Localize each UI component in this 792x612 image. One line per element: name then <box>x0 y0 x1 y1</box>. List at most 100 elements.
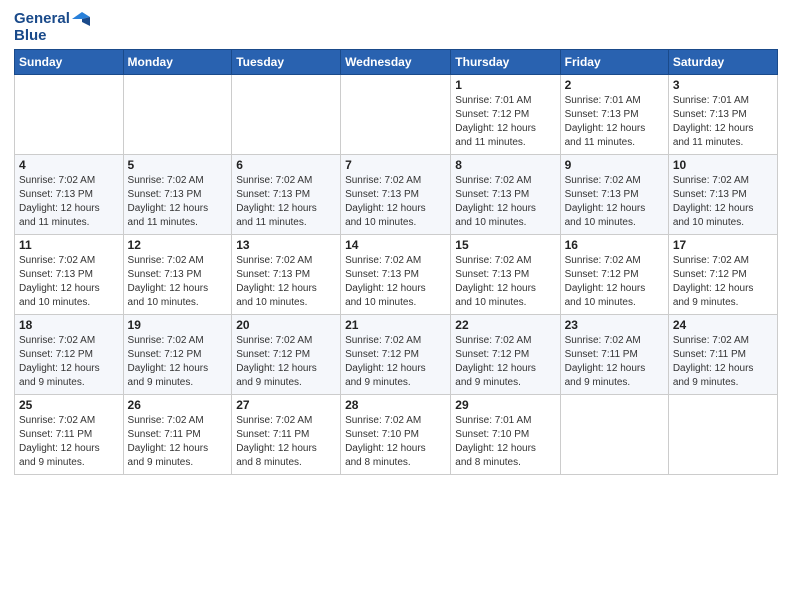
day-info: Sunrise: 7:02 AMSunset: 7:13 PMDaylight:… <box>673 174 773 230</box>
calendar-cell: 28 Sunrise: 7:02 AMSunset: 7:10 PMDayligh… <box>341 394 451 474</box>
day-number: 26 <box>128 398 228 412</box>
day-number: 10 <box>673 158 773 172</box>
calendar-cell <box>15 74 124 154</box>
day-number: 9 <box>565 158 664 172</box>
weekday-header-saturday: Saturday <box>668 49 777 74</box>
day-number: 12 <box>128 238 228 252</box>
day-info: Sunrise: 7:02 AMSunset: 7:13 PMDaylight:… <box>455 254 555 310</box>
day-number: 8 <box>455 158 555 172</box>
weekday-header-sunday: Sunday <box>15 49 124 74</box>
calendar-cell <box>560 394 668 474</box>
header: General Blue <box>14 10 778 45</box>
calendar-cell: 17Sunrise: 7:02 AMSunset: 7:12 PMDayligh… <box>668 234 777 314</box>
calendar-week-row: 18 Sunrise: 7:02 AMSunset: 7:12 PMDayligh… <box>15 314 778 394</box>
calendar-cell <box>341 74 451 154</box>
calendar-cell: 25 Sunrise: 7:02 AMSunset: 7:11 PMDayligh… <box>15 394 124 474</box>
calendar-cell: 29 Sunrise: 7:01 AMSunset: 7:10 PMDayligh… <box>451 394 560 474</box>
day-info: Sunrise: 7:02 AMSunset: 7:12 PMDaylight:… <box>565 254 664 310</box>
day-info: Sunrise: 7:02 AMSunset: 7:13 PMDaylight:… <box>19 174 119 230</box>
calendar-cell: 3 Sunrise: 7:01 AMSunset: 7:13 PMDaylight… <box>668 74 777 154</box>
calendar-cell <box>123 74 232 154</box>
day-number: 1 <box>455 78 555 92</box>
calendar-cell: 8Sunrise: 7:02 AMSunset: 7:13 PMDaylight… <box>451 154 560 234</box>
weekday-header-thursday: Thursday <box>451 49 560 74</box>
day-number: 15 <box>455 238 555 252</box>
calendar-cell: 20 Sunrise: 7:02 AMSunset: 7:12 PMDayligh… <box>232 314 341 394</box>
day-info: Sunrise: 7:01 AMSunset: 7:13 PMDaylight:… <box>565 94 664 150</box>
day-number: 25 <box>19 398 119 412</box>
weekday-header-monday: Monday <box>123 49 232 74</box>
day-number: 18 <box>19 318 119 332</box>
calendar-cell: 6 Sunrise: 7:02 AMSunset: 7:13 PMDaylight… <box>232 154 341 234</box>
calendar-cell <box>668 394 777 474</box>
calendar-cell: 15 Sunrise: 7:02 AMSunset: 7:13 PMDayligh… <box>451 234 560 314</box>
day-info: Sunrise: 7:01 AMSunset: 7:10 PMDaylight:… <box>455 414 555 470</box>
day-number: 29 <box>455 398 555 412</box>
weekday-header-tuesday: Tuesday <box>232 49 341 74</box>
day-number: 27 <box>236 398 336 412</box>
day-number: 17 <box>673 238 773 252</box>
day-info: Sunrise: 7:02 AMSunset: 7:12 PMDaylight:… <box>345 334 446 390</box>
weekday-header-wednesday: Wednesday <box>341 49 451 74</box>
calendar-cell: 12 Sunrise: 7:02 AMSunset: 7:13 PMDayligh… <box>123 234 232 314</box>
calendar-cell: 11 Sunrise: 7:02 AMSunset: 7:13 PMDayligh… <box>15 234 124 314</box>
day-info: Sunrise: 7:02 AMSunset: 7:13 PMDaylight:… <box>128 174 228 230</box>
day-info: Sunrise: 7:01 AMSunset: 7:13 PMDaylight:… <box>673 94 773 150</box>
day-number: 20 <box>236 318 336 332</box>
calendar-cell: 14 Sunrise: 7:02 AMSunset: 7:13 PMDayligh… <box>341 234 451 314</box>
calendar-cell: 18Sunrise: 7:02 AMSunset: 7:12 PMDayligh… <box>15 314 124 394</box>
day-number: 2 <box>565 78 664 92</box>
calendar-cell: 22Sunrise: 7:02 AMSunset: 7:12 PMDayligh… <box>451 314 560 394</box>
day-info: Sunrise: 7:02 AMSunset: 7:10 PMDaylight:… <box>345 414 446 470</box>
day-info: Sunrise: 7:02 AMSunset: 7:13 PMDaylight:… <box>19 254 119 310</box>
day-number: 6 <box>236 158 336 172</box>
day-info: Sunrise: 7:02 AMSunset: 7:13 PMDaylight:… <box>565 174 664 230</box>
logo: General Blue <box>14 10 90 45</box>
calendar-week-row: 1 Sunrise: 7:01 AMSunset: 7:12 PMDaylight… <box>15 74 778 154</box>
calendar-cell: 10 Sunrise: 7:02 AMSunset: 7:13 PMDayligh… <box>668 154 777 234</box>
calendar-cell: 19Sunrise: 7:02 AMSunset: 7:12 PMDayligh… <box>123 314 232 394</box>
weekday-header-friday: Friday <box>560 49 668 74</box>
day-info: Sunrise: 7:02 AMSunset: 7:13 PMDaylight:… <box>236 174 336 230</box>
logo-text: General Blue <box>14 10 90 45</box>
calendar-cell: 2 Sunrise: 7:01 AMSunset: 7:13 PMDaylight… <box>560 74 668 154</box>
day-number: 22 <box>455 318 555 332</box>
calendar-cell: 26Sunrise: 7:02 AMSunset: 7:11 PMDayligh… <box>123 394 232 474</box>
calendar-cell: 23Sunrise: 7:02 AMSunset: 7:11 PMDayligh… <box>560 314 668 394</box>
day-number: 23 <box>565 318 664 332</box>
day-number: 14 <box>345 238 446 252</box>
day-number: 13 <box>236 238 336 252</box>
day-info: Sunrise: 7:02 AMSunset: 7:11 PMDaylight:… <box>236 414 336 470</box>
day-number: 16 <box>565 238 664 252</box>
day-number: 5 <box>128 158 228 172</box>
logo-general: General <box>14 10 70 27</box>
calendar-cell: 24Sunrise: 7:02 AMSunset: 7:11 PMDayligh… <box>668 314 777 394</box>
day-info: Sunrise: 7:02 AMSunset: 7:11 PMDaylight:… <box>673 334 773 390</box>
day-info: Sunrise: 7:02 AMSunset: 7:12 PMDaylight:… <box>236 334 336 390</box>
day-number: 28 <box>345 398 446 412</box>
calendar-cell: 21 Sunrise: 7:02 AMSunset: 7:12 PMDayligh… <box>341 314 451 394</box>
logo-bird-icon <box>72 12 90 26</box>
day-info: Sunrise: 7:01 AMSunset: 7:12 PMDaylight:… <box>455 94 555 150</box>
day-info: Sunrise: 7:02 AMSunset: 7:13 PMDaylight:… <box>236 254 336 310</box>
weekday-header-row: SundayMondayTuesdayWednesdayThursdayFrid… <box>15 49 778 74</box>
calendar-week-row: 25 Sunrise: 7:02 AMSunset: 7:11 PMDayligh… <box>15 394 778 474</box>
day-number: 3 <box>673 78 773 92</box>
day-number: 21 <box>345 318 446 332</box>
day-info: Sunrise: 7:02 AMSunset: 7:13 PMDaylight:… <box>128 254 228 310</box>
calendar-week-row: 4 Sunrise: 7:02 AMSunset: 7:13 PMDaylight… <box>15 154 778 234</box>
calendar-cell: 7Sunrise: 7:02 AMSunset: 7:13 PMDaylight… <box>341 154 451 234</box>
day-number: 4 <box>19 158 119 172</box>
day-info: Sunrise: 7:02 AMSunset: 7:13 PMDaylight:… <box>345 254 446 310</box>
page-container: General Blue SundayMondayTuesdayWednesda… <box>0 0 792 483</box>
calendar-cell: 9 Sunrise: 7:02 AMSunset: 7:13 PMDaylight… <box>560 154 668 234</box>
day-info: Sunrise: 7:02 AMSunset: 7:13 PMDaylight:… <box>345 174 446 230</box>
calendar-cell: 27 Sunrise: 7:02 AMSunset: 7:11 PMDayligh… <box>232 394 341 474</box>
calendar-week-row: 11 Sunrise: 7:02 AMSunset: 7:13 PMDayligh… <box>15 234 778 314</box>
calendar-table: SundayMondayTuesdayWednesdayThursdayFrid… <box>14 49 778 475</box>
day-number: 19 <box>128 318 228 332</box>
logo-blue: Blue <box>14 27 90 44</box>
day-number: 11 <box>19 238 119 252</box>
calendar-cell <box>232 74 341 154</box>
day-info: Sunrise: 7:02 AMSunset: 7:11 PMDaylight:… <box>19 414 119 470</box>
